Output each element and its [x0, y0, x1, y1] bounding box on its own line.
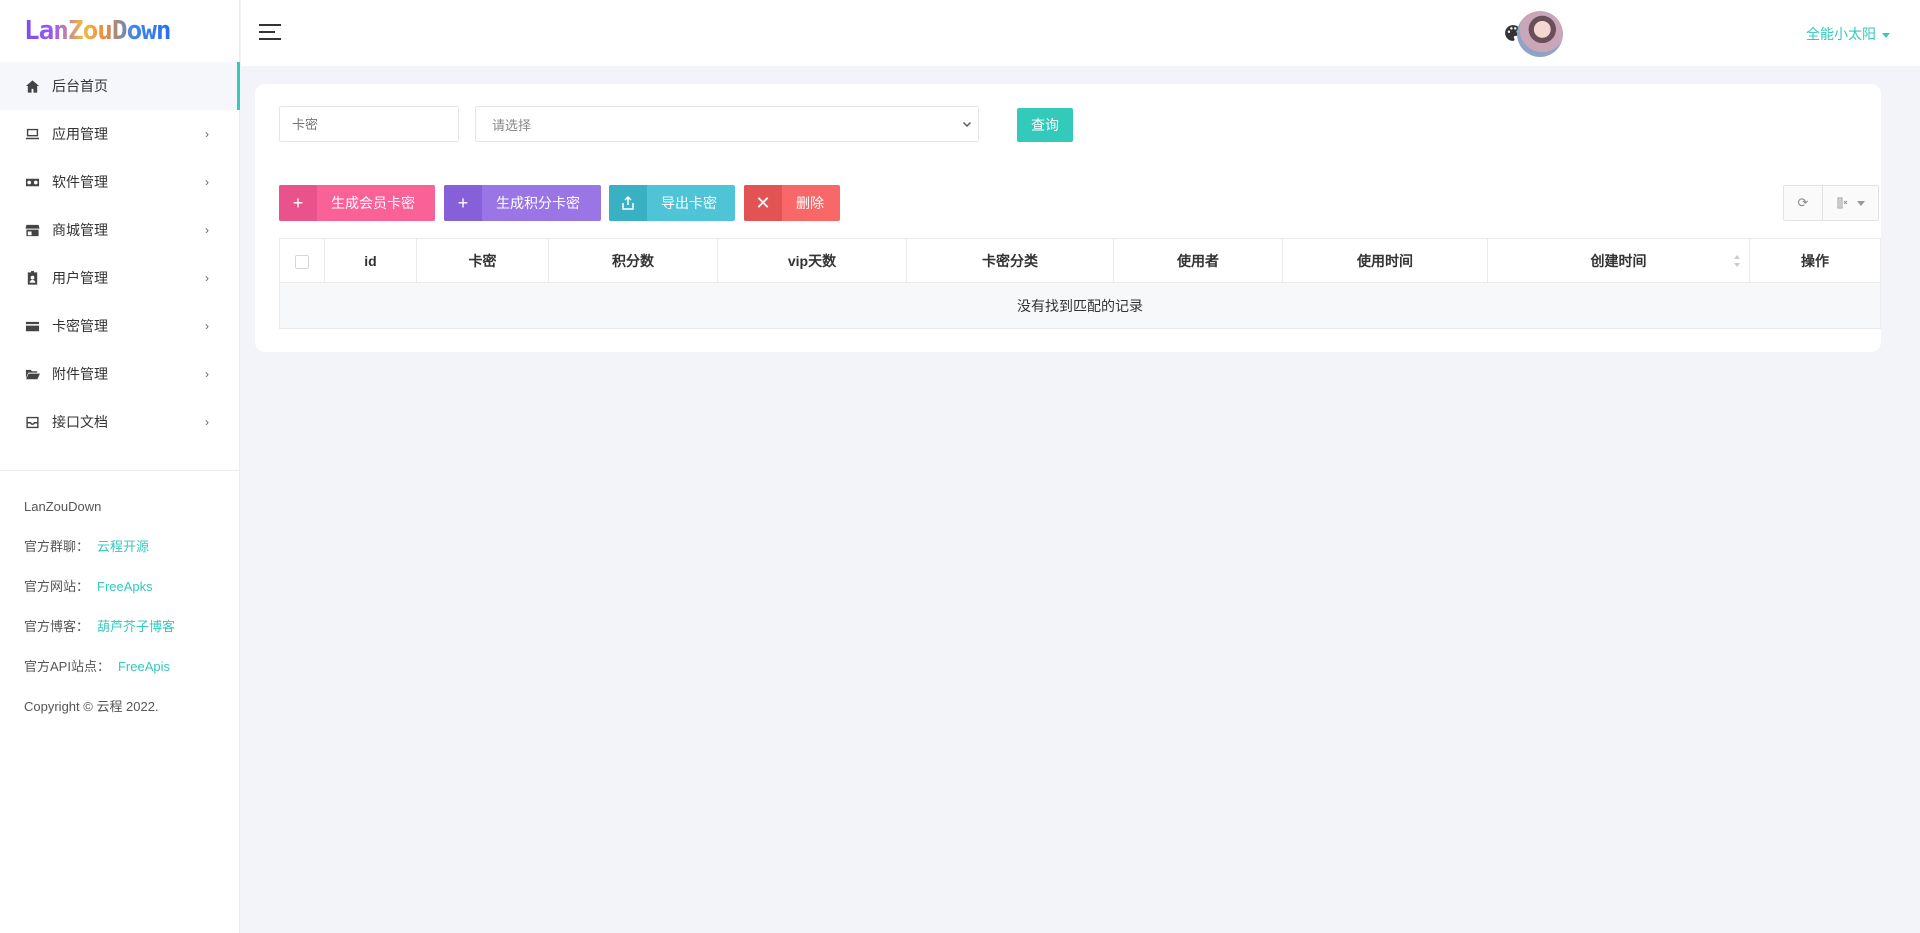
official-site-row: 官方网站： FreeApks — [24, 576, 175, 616]
columns-icon — [1837, 197, 1847, 209]
chevron-right-icon: › — [205, 415, 209, 429]
sidebar-item-attachments[interactable]: 附件管理 › — [0, 350, 239, 398]
column-header-created-time-cell[interactable]: 创建时间 — [1487, 238, 1750, 283]
official-group-link[interactable]: 云程开源 — [97, 539, 149, 554]
sidebar-item-label: 用户管理 — [52, 270, 108, 286]
column-header-created-time: 创建时间 — [1590, 252, 1647, 269]
empty-message: 没有找到匹配的记录 — [279, 282, 1881, 329]
sidebar-item-users[interactable]: 用户管理 › — [0, 254, 239, 302]
sidebar-item-apps[interactable]: 应用管理 › — [0, 110, 239, 158]
share-icon — [609, 185, 647, 221]
column-header-actions: 操作 — [1749, 238, 1881, 283]
official-blog-row: 官方博客： 葫芦芥子博客 — [24, 616, 175, 656]
chevron-right-icon: › — [205, 367, 209, 381]
table-header-row: id 卡密 积分数 vip天数 卡密分类 使用者 使用时间 创建时间 操作 — [279, 238, 1881, 283]
official-site-label: 官方网站： — [24, 579, 90, 594]
sidebar-item-api-docs[interactable]: 接口文档 › — [0, 398, 239, 446]
delete-button[interactable]: ✕ 删除 — [744, 185, 840, 221]
user-badge-icon — [24, 270, 40, 286]
logo[interactable]: LanZouDown — [0, 0, 239, 62]
sidebar-item-store[interactable]: 商城管理 › — [0, 206, 239, 254]
sidebar-item-label: 后台首页 — [52, 78, 108, 94]
card-search-input[interactable] — [279, 106, 459, 142]
generate-points-card-label: 生成积分卡密 — [496, 195, 580, 211]
sidebar-item-label: 附件管理 — [52, 366, 108, 382]
plus-icon: + — [444, 185, 482, 221]
select-all-cell — [279, 238, 325, 283]
sidebar-brand: LanZouDown — [24, 499, 102, 514]
export-cards-button[interactable]: 导出卡密 — [609, 185, 735, 221]
column-header-vip-days[interactable]: vip天数 — [717, 238, 907, 283]
folder-open-icon — [24, 366, 40, 382]
plus-icon: + — [279, 185, 317, 221]
cards-table: id 卡密 积分数 vip天数 卡密分类 使用者 使用时间 创建时间 操作 没有… — [279, 238, 1881, 329]
sidebar-item-cards[interactable]: 卡密管理 › — [0, 302, 239, 350]
official-blog-link[interactable]: 葫芦芥子博客 — [97, 619, 175, 634]
column-header-card[interactable]: 卡密 — [416, 238, 549, 283]
category-select[interactable]: 请选择 — [475, 106, 979, 142]
column-header-id[interactable]: id — [324, 238, 417, 283]
sidebar-item-label: 接口文档 — [52, 414, 108, 430]
column-header-points[interactable]: 积分数 — [548, 238, 718, 283]
sort-icon — [1734, 255, 1740, 267]
top-header: 全能小太阳 — [241, 0, 1920, 66]
avatar[interactable] — [1517, 11, 1563, 57]
column-header-category[interactable]: 卡密分类 — [906, 238, 1114, 283]
caret-down-icon — [1856, 200, 1865, 206]
desktop-icon — [24, 126, 40, 142]
home-icon — [24, 78, 40, 94]
sidebar-item-label: 卡密管理 — [52, 318, 108, 334]
sidebar-item-software[interactable]: 软件管理 › — [0, 158, 239, 206]
card-list-panel: 请选择 查询 + 生成会员卡密 + 生成积分卡密 导出卡密 ✕ 删除 ⟳ id … — [255, 84, 1881, 352]
official-group-row: 官方群聊： 云程开源 — [24, 536, 175, 576]
sidebar-menu: 后台首页 应用管理 › 软件管理 › 商城管理 › 用户管理 › 卡密管理 › … — [0, 62, 240, 446]
archive-icon — [24, 414, 40, 430]
chevron-right-icon: › — [205, 127, 209, 141]
store-icon — [24, 222, 40, 238]
sidebar-item-label: 软件管理 — [52, 174, 108, 190]
export-cards-label: 导出卡密 — [661, 195, 717, 211]
columns-toggle-button[interactable] — [1822, 185, 1879, 221]
generate-member-card-button[interactable]: + 生成会员卡密 — [279, 185, 435, 221]
chevron-right-icon: › — [205, 223, 209, 237]
sidebar-item-label: 商城管理 — [52, 222, 108, 238]
generate-member-card-label: 生成会员卡密 — [331, 195, 415, 211]
column-header-user[interactable]: 使用者 — [1113, 238, 1283, 283]
sidebar-info: LanZouDown 官方群聊： 云程开源 官方网站： FreeApks 官方博客：… — [24, 496, 175, 736]
caret-down-icon — [1882, 32, 1890, 38]
sidebar: LanZouDown 后台首页 应用管理 › 软件管理 › 商城管理 › 用户管… — [0, 0, 240, 933]
official-api-row: 官方API站点： FreeApis — [24, 656, 175, 696]
official-site-link[interactable]: FreeApks — [97, 579, 153, 594]
table-row: 没有找到匹配的记录 — [279, 282, 1881, 329]
official-api-link[interactable]: FreeApis — [118, 659, 170, 674]
sidebar-divider — [0, 470, 239, 471]
official-api-label: 官方API站点： — [24, 659, 110, 674]
username: 全能小太阳 — [1806, 26, 1876, 42]
software-icon — [24, 174, 40, 190]
logo-text: LanZouDown — [24, 16, 172, 46]
select-all-checkbox[interactable] — [295, 254, 309, 269]
chevron-down-icon — [963, 122, 971, 127]
sidebar-item-label: 应用管理 — [52, 126, 108, 142]
official-blog-label: 官方博客： — [24, 619, 90, 634]
close-icon: ✕ — [744, 185, 782, 221]
refresh-button[interactable]: ⟳ — [1783, 185, 1823, 221]
refresh-icon: ⟳ — [1797, 195, 1809, 210]
column-header-used-time[interactable]: 使用时间 — [1282, 238, 1488, 283]
official-group-label: 官方群聊： — [24, 539, 90, 554]
generate-points-card-button[interactable]: + 生成积分卡密 — [444, 185, 601, 221]
chevron-right-icon: › — [205, 175, 209, 189]
copyright: Copyright © 云程 2022. — [24, 699, 159, 714]
chevron-right-icon: › — [205, 319, 209, 333]
sidebar-item-dashboard[interactable]: 后台首页 — [0, 62, 240, 110]
query-button[interactable]: 查询 — [1017, 108, 1073, 142]
user-menu[interactable]: 全能小太阳 — [1806, 24, 1890, 44]
chevron-right-icon: › — [205, 271, 209, 285]
category-select-placeholder: 请选择 — [492, 117, 532, 133]
menu-toggle-icon[interactable] — [259, 24, 281, 42]
credit-card-icon — [24, 318, 40, 334]
delete-label: 删除 — [796, 195, 824, 211]
